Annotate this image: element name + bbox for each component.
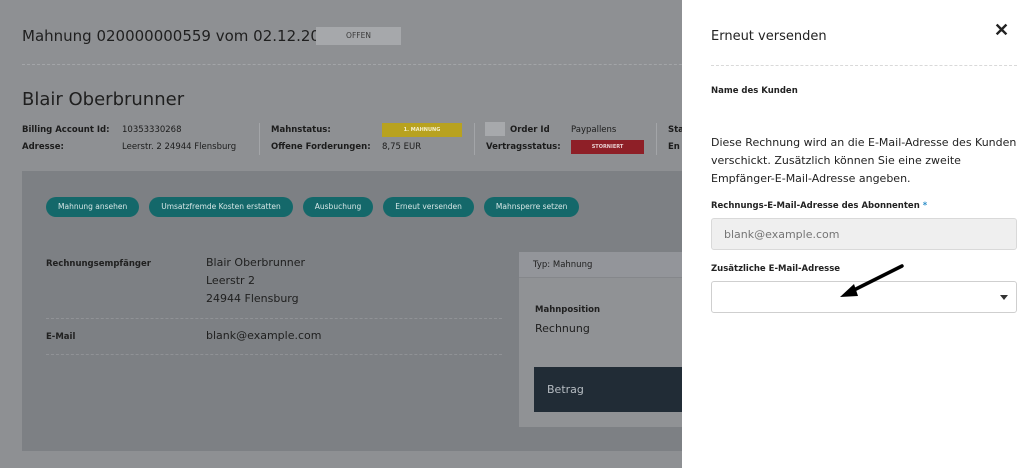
divider	[46, 318, 502, 319]
required-mark: *	[922, 201, 928, 211]
amount-header: Betrag	[534, 367, 682, 412]
subscriber-email-label-text: Rechnungs-E-Mail-Adresse des Abonnenten	[711, 201, 920, 211]
refund-external-costs-button[interactable]: Umsatzfremde Kosten erstatten	[149, 197, 293, 217]
billing-account-value: 10353330268	[122, 125, 182, 135]
resend-drawer: Erneut versenden ✕ Name des Kunden Diese…	[682, 0, 1024, 468]
divider	[711, 65, 1017, 66]
recipient-name: Blair Oberbrunner	[206, 256, 306, 269]
position-label: Mahnposition	[535, 305, 601, 315]
cut-off-label: En	[668, 142, 680, 152]
position-value: Rechnung	[535, 322, 590, 335]
write-off-button[interactable]: Ausbuchung	[302, 197, 374, 217]
contract-status-badge: STORNIERT	[571, 140, 644, 154]
additional-email-label: Zusätzliche E-Mail-Adresse	[711, 264, 841, 274]
divider	[46, 354, 502, 355]
billing-account-label: Billing Account Id:	[22, 125, 110, 135]
recipient-city: 24944 Flensburg	[206, 292, 299, 305]
order-id-label: Order Id	[510, 125, 550, 135]
address-label: Adresse:	[22, 142, 64, 152]
set-dunning-block-button[interactable]: Mahnsperre setzen	[483, 197, 580, 217]
separator	[259, 123, 260, 155]
divider	[22, 64, 682, 65]
contract-status-label: Vertragsstatus:	[486, 142, 561, 152]
open-claims-label: Offene Forderungen:	[271, 142, 371, 152]
chevron-down-icon[interactable]	[1000, 295, 1008, 300]
card-type-label: Typ: Mahnung	[533, 260, 593, 270]
address-value: Leerstr. 2 24944 Flensburg	[122, 142, 237, 152]
dunning-status-label: Mahnstatus:	[271, 125, 331, 135]
separator	[474, 123, 475, 155]
recipient-label: Rechnungsempfänger	[46, 259, 151, 269]
subscriber-email-label: Rechnungs-E-Mail-Adresse des Abonnenten …	[711, 201, 927, 211]
open-claims-value: 8,75 EUR	[382, 142, 422, 152]
placeholder-box	[485, 122, 505, 136]
email-value: blank@example.com	[206, 329, 322, 342]
recipient-street: Leerstr 2	[206, 274, 256, 287]
order-id-value: Paypallens	[571, 125, 617, 135]
email-label: E-Mail	[46, 332, 76, 342]
customer-name: Blair Oberbrunner	[22, 89, 185, 110]
card-header: Typ: Mahnung	[519, 252, 682, 278]
cut-off-label: Sta	[668, 125, 682, 135]
dunning-level-badge: 1. MAHNUNG	[382, 123, 462, 137]
page-title: Mahnung 020000000559 vom 02.12.2023	[22, 27, 340, 45]
background-page: Mahnung 020000000559 vom 02.12.2023 OFFE…	[0, 0, 682, 468]
view-dunning-button[interactable]: Mahnung ansehen	[46, 197, 140, 217]
drawer-title: Erneut versenden	[711, 29, 827, 44]
drawer-description: Diese Rechnung wird an die E-Mail-Adress…	[711, 136, 1017, 185]
action-bar: Mahnung ansehen Umsatzfremde Kosten erst…	[46, 197, 580, 217]
status-badge: OFFEN	[316, 27, 401, 45]
resend-button[interactable]: Erneut versenden	[383, 197, 474, 217]
customer-name-label: Name des Kunden	[711, 86, 798, 96]
subscriber-email-input[interactable]	[711, 218, 1017, 250]
separator	[656, 123, 657, 155]
close-icon[interactable]: ✕	[994, 20, 1009, 41]
annotation-arrow-icon	[840, 264, 904, 297]
